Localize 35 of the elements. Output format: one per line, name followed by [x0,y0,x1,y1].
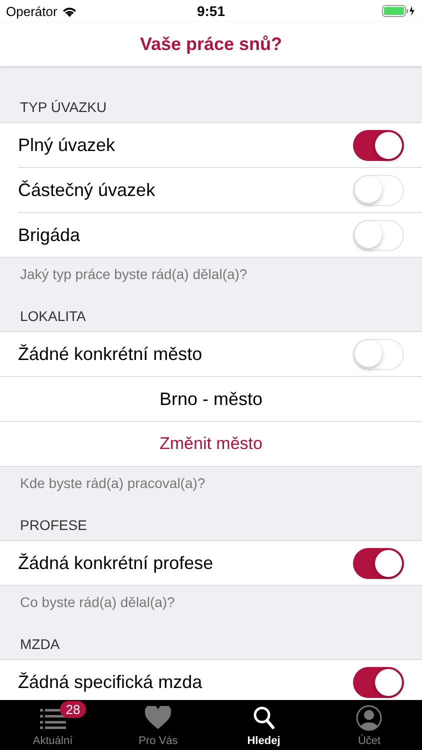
option-label: Žádné konkrétní město [18,344,204,364]
clock-time: 9:51 [196,3,226,19]
wifi-icon [62,6,78,16]
section-footer: Co byste rád(a) dělal(a)? [0,586,422,618]
tab-item[interactable]: Pro Vás [106,700,211,750]
option-label: Částečný úvazek [18,180,156,200]
battery-icon [382,5,416,17]
search-icon [252,706,275,730]
section-footer: Jaký typ práce byste rád(a) dělal(a)? [0,258,422,290]
toggle-switch[interactable] [353,130,404,160]
toggle-switch[interactable] [353,548,404,578]
account-icon [356,705,382,731]
section-header: TYP ÚVAZKU [19,98,108,117]
count-badge: 28 [60,701,86,718]
section-header: LOKALITA [19,307,87,326]
tab-item[interactable]: Hledej [211,700,316,750]
option-label: Plný úvazek [18,134,116,156]
carrier-name: Operátor [6,4,58,18]
toggle-switch[interactable] [353,338,404,370]
heart-icon [145,706,172,730]
change-city-link[interactable]: Změnit město [160,434,262,454]
toggle-switch[interactable] [353,174,404,206]
section-header: PROFESE [19,516,88,535]
toggle-switch[interactable] [353,666,404,698]
tab-item[interactable]: 28 Aktuální [0,700,106,750]
tab-item[interactable]: Účet [316,700,422,750]
option-label: Žádná konkrétní profese [18,552,214,574]
option-label: Brigáda [18,224,82,246]
list-icon [40,707,66,729]
section-header: MZDA [19,635,61,654]
screen-title: Vaše práce snů? [140,34,282,54]
option-label: Žádná specifická mzda [18,672,204,692]
section-footer: Kde byste rád(a) pracoval(a)? [0,467,422,499]
city-value: Brno - město [159,388,263,410]
toggle-switch[interactable] [353,220,404,250]
